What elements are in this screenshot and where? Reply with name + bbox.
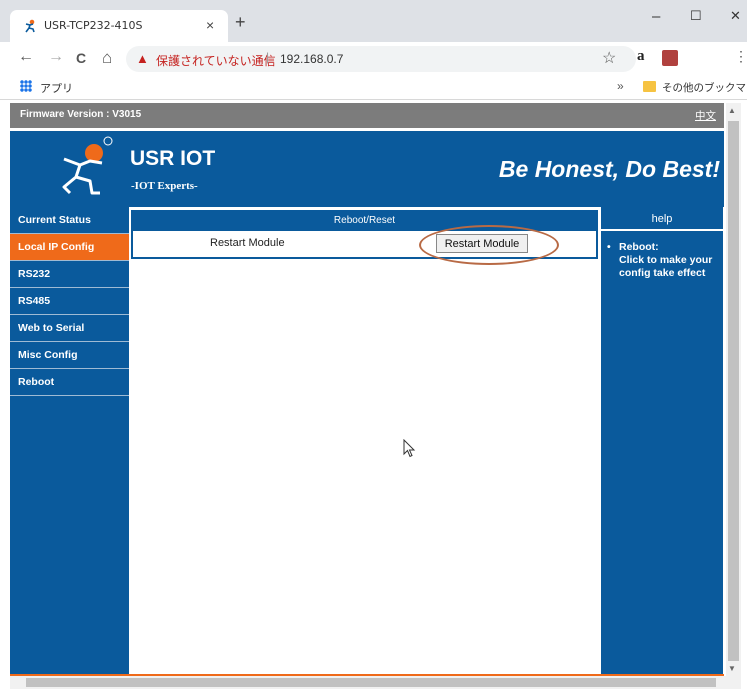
sidebar-item-local-ip-config[interactable]: Local IP Config: [10, 234, 129, 261]
star-icon[interactable]: ☆: [602, 48, 616, 68]
slogan: Be Honest, Do Best!: [498, 156, 720, 182]
help-body: • Reboot: Click to make your config take…: [601, 231, 723, 280]
mouse-cursor-icon: [403, 439, 416, 458]
tab-title: USR-TCP232-410S: [44, 19, 143, 32]
sidebar-item-current-status[interactable]: Current Status: [10, 207, 129, 234]
omnibox-separator: |: [266, 50, 270, 64]
sidebar-item-rs485[interactable]: RS485: [10, 288, 129, 315]
help-bullet: •: [607, 241, 611, 253]
folder-icon: [643, 81, 656, 92]
scroll-down-icon[interactable]: ▼: [728, 664, 736, 673]
apps-icon[interactable]: [20, 80, 32, 92]
pdf-icon[interactable]: [662, 50, 678, 66]
favicon-icon: [25, 19, 35, 33]
amazon-icon[interactable]: a: [637, 48, 645, 65]
reload-button[interactable]: C: [76, 50, 86, 66]
browser-tab[interactable]: USR-TCP232-410S ×: [10, 10, 228, 42]
tab-strip: USR-TCP232-410S × + – ☐ ✕: [0, 0, 747, 42]
forward-button[interactable]: →: [48, 48, 64, 66]
help-panel: help • Reboot: Click to make your config…: [601, 207, 723, 676]
main-content: Reboot/Reset Restart Module Restart Modu…: [131, 207, 598, 676]
scroll-up-icon[interactable]: ▲: [728, 106, 736, 115]
url-text[interactable]: 192.168.0.7: [280, 52, 343, 66]
address-bar[interactable]: ▲ 保護されていない通信 | 192.168.0.7: [126, 46, 636, 72]
help-item-title: Reboot:: [619, 241, 659, 253]
browser-toolbar: ← → C ⌂ ▲ 保護されていない通信 | 192.168.0.7 ☆ a ⋮: [0, 42, 747, 76]
sidebar-item-reboot[interactable]: Reboot: [10, 369, 129, 396]
bookmarks-bar: アプリ » その他のブックマーク: [0, 76, 747, 100]
web-page: Firmware Version : V3015 中文 USR IOT -IOT…: [10, 103, 724, 676]
sidebar-item-rs232[interactable]: RS232: [10, 261, 129, 288]
help-item-text: Click to make your config take effect: [619, 254, 713, 279]
horizontal-scrollbar[interactable]: [10, 676, 741, 689]
minimize-button[interactable]: –: [652, 8, 660, 25]
sidebar-item-web-to-serial[interactable]: Web to Serial: [10, 315, 129, 342]
warning-icon: ▲: [136, 51, 149, 66]
firmware-version: Firmware Version : V3015: [20, 109, 142, 120]
help-title: help: [601, 207, 723, 231]
restart-label: Restart Module: [210, 237, 285, 249]
brand-tagline: -IOT Experts-: [131, 180, 198, 192]
language-link[interactable]: 中文: [695, 108, 716, 123]
bookmark-more-button[interactable]: »: [617, 79, 624, 93]
new-tab-button[interactable]: +: [235, 12, 246, 33]
vertical-scrollbar[interactable]: ▲ ▼: [726, 103, 741, 676]
horizontal-scroll-thumb[interactable]: [26, 678, 716, 687]
sidebar-item-misc-config[interactable]: Misc Config: [10, 342, 129, 369]
back-button[interactable]: ←: [18, 48, 34, 66]
maximize-button[interactable]: ☐: [690, 8, 702, 24]
menu-icon[interactable]: ⋮: [734, 48, 747, 65]
vertical-scroll-thumb[interactable]: [728, 121, 739, 661]
usr-logo-icon: [62, 136, 113, 195]
firmware-bar: Firmware Version : V3015 中文: [10, 103, 724, 128]
close-window-button[interactable]: ✕: [730, 8, 741, 24]
restart-row: Restart Module Restart Module: [131, 225, 598, 265]
header-banner: USR IOT -IOT Experts- Be Honest, Do Best…: [10, 131, 724, 207]
tab-close-icon[interactable]: ×: [206, 17, 214, 33]
sidebar: Current Status Local IP Config RS232 RS4…: [10, 207, 129, 676]
security-warning[interactable]: 保護されていない通信: [156, 52, 276, 69]
bookmark-apps[interactable]: アプリ: [40, 80, 73, 96]
brand-name: USR IOT: [130, 147, 216, 170]
home-button[interactable]: ⌂: [102, 48, 112, 68]
restart-module-button[interactable]: Restart Module: [436, 234, 528, 253]
bookmark-other[interactable]: その他のブックマーク: [662, 80, 747, 95]
